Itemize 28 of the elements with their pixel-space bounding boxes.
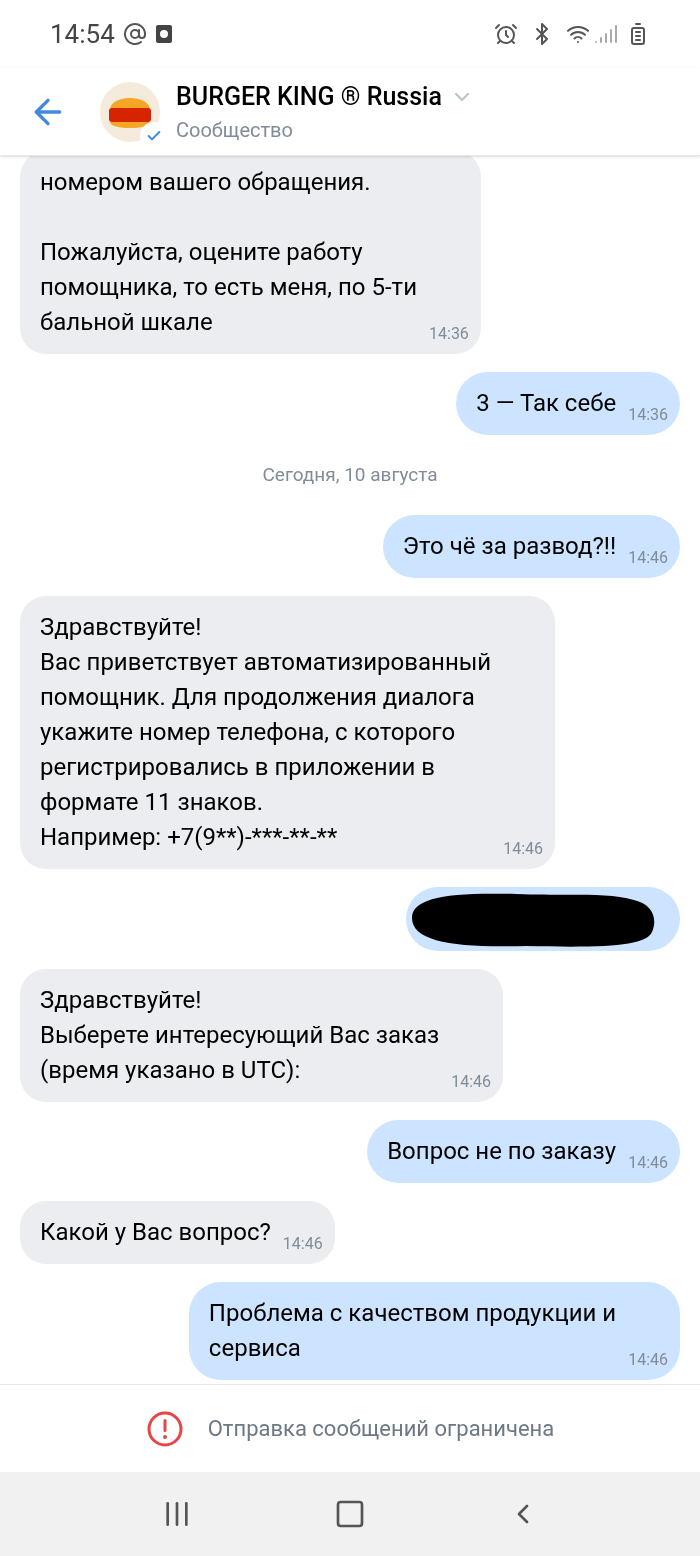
home-button[interactable] bbox=[334, 1498, 366, 1530]
message-time: 14:36 bbox=[628, 403, 668, 426]
message-time: 14:46 bbox=[628, 1152, 668, 1174]
chat-title[interactable]: BURGER KING ® Russia bbox=[176, 77, 442, 116]
message-text: Вопрос не по заказу bbox=[387, 1136, 617, 1167]
restricted-notice-text: Отправка сообщений ограничена bbox=[207, 1415, 555, 1443]
message-time: 14:46 bbox=[628, 1349, 668, 1371]
message-time: 14:46 bbox=[628, 547, 668, 569]
message-time: 14:36 bbox=[429, 322, 469, 345]
burger-logo-avatar bbox=[100, 81, 160, 142]
screenshot-icon bbox=[154, 24, 173, 44]
message-time: 14:46 bbox=[282, 1233, 323, 1255]
message-text: Это чё за развод?!! bbox=[402, 531, 617, 562]
message-text: Проблема с качеством продукции и сервиса bbox=[208, 1298, 617, 1364]
exclamation-icon bbox=[145, 1409, 184, 1448]
message-text: Здравствуйте! Вас приветствует автоматизированный помощник. Для продолжения диалога укажите номер телефона, с которого регистрировались в приложении в формате 11 знаков. Например: +7(9**)-***-**-** bbox=[40, 612, 492, 853]
at-icon bbox=[122, 22, 147, 46]
message-text: номером вашего обращения. Пожалуйста, оцените работу помощника, то есть меня, по 5-ти бальной шкале bbox=[40, 166, 417, 338]
message-text: Какой у Вас вопрос? bbox=[40, 1217, 271, 1248]
chat-subtitle: Сообщество bbox=[176, 117, 294, 145]
message-text: Здравствуйте! Выберете интересующий Вас заказ (время указано в UTC): bbox=[40, 985, 440, 1086]
message-time: 14:46 bbox=[451, 1071, 492, 1093]
signal-icon bbox=[594, 22, 618, 46]
alarm-icon bbox=[494, 22, 518, 46]
date-separator: Сегодня, 10 августа bbox=[262, 461, 438, 488]
status-time: 14:54 bbox=[50, 17, 115, 51]
message-time: 14:46 bbox=[503, 838, 544, 860]
message-text: 3 — Так себе bbox=[476, 387, 617, 419]
